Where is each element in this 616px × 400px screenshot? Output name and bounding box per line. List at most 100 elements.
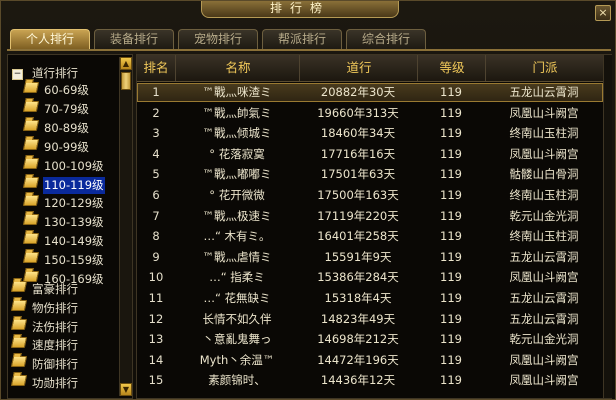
cell-level: 119 (440, 126, 462, 141)
cell-name: 素颜锦时、 (208, 373, 266, 388)
category-tree: − 道行排行 60-69级 70-79级 80-89级 90-99级 100-109级 11… (7, 54, 133, 399)
cell-name: …“ 指柔ミ (209, 270, 265, 285)
table-row[interactable]: 6 ° 花开微微 17500年163天 119 终南山玉柱洞 (137, 186, 603, 205)
tree-item-label: 100-109级 (44, 158, 104, 173)
scroll-up-icon[interactable]: ▲ (120, 57, 132, 70)
cell-name: ™戰灬嘟嘟ミ (202, 167, 272, 182)
table-row[interactable]: 9 ™戰灬虐情ミ 15591年9天 119 五龙山云霄洞 (137, 248, 603, 267)
cell-name: 长情不如久伴 (202, 311, 272, 326)
folder-icon (10, 281, 28, 292)
cell-rank: 9 (152, 249, 160, 264)
tree-item-90-99级[interactable]: 90-99级 (22, 138, 90, 156)
tree-item-130-139级[interactable]: 130-139级 (22, 214, 105, 231)
table-row[interactable]: 8 …“ 木有ミ。 16401年258天 119 终南山玉柱洞 (137, 227, 603, 246)
tree-item-富豪排行[interactable]: 富豪排行 (10, 281, 79, 298)
tree-item-功勋排行[interactable]: 功勋排行 (10, 375, 79, 392)
tree-item-150-159级[interactable]: 150-159级 (22, 252, 105, 269)
tab-equipment[interactable]: 装备排行 (94, 29, 174, 49)
cell-level: 119 (440, 167, 462, 182)
tab-personal[interactable]: 个人排行 (10, 29, 90, 49)
tree-item-110-119级[interactable]: 110-119级 (22, 176, 105, 194)
tree-item-label: 140-149级 (44, 234, 104, 249)
cell-sect: 五龙山云霄洞 (509, 85, 579, 99)
cell-taohang: 16401年258天 (317, 229, 399, 244)
folder-icon (10, 375, 28, 386)
folder-icon (22, 119, 40, 131)
cell-taohang: 19660年313天 (317, 105, 399, 120)
tree-item-60-69级[interactable]: 60-69级 (22, 82, 90, 99)
tab-overall[interactable]: 综合排行 (346, 29, 426, 49)
tree-item-70-79级[interactable]: 70-79级 (22, 100, 90, 118)
tree-item-120-129级[interactable]: 120-129级 (22, 195, 105, 212)
window-title: 排行榜 (201, 1, 399, 18)
tree-item-label: 富豪排行 (32, 282, 78, 296)
table-row[interactable]: 2 ™戰灬帥氣ミ 19660年313天 119 凤凰山斗阙宫 (137, 104, 603, 123)
table-row[interactable]: 11 …“ 花無缺ミ 15318年4天 119 五龙山云霄洞 (137, 289, 603, 308)
cell-taohang: 17119年220天 (317, 208, 399, 223)
tab-pet[interactable]: 宠物排行 (178, 29, 258, 49)
close-button[interactable]: × (595, 5, 611, 21)
table-row[interactable]: 10 …“ 指柔ミ 15386年284天 119 凤凰山斗阙宫 (137, 268, 603, 287)
tree-item-防御排行[interactable]: 防御排行 (10, 356, 79, 373)
cell-level: 119 (440, 373, 462, 388)
cell-name: ™戰灬咪渣ミ (202, 85, 272, 99)
ranking-window: 排行榜 × 个人排行 装备排行 宠物排行 帮派排行 综合排行 − 道行排行 60-… (0, 0, 616, 400)
cell-rank: 14 (148, 352, 164, 367)
cell-sect: 五龙山云霄洞 (509, 291, 579, 305)
scroll-down-icon[interactable]: ▼ (120, 383, 132, 396)
tree-item-label: 80-89级 (44, 120, 89, 135)
cell-name: ° 花开微微 (209, 188, 265, 202)
tree-item-label: 速度排行 (32, 338, 78, 353)
folder-icon (22, 100, 40, 112)
cell-taohang: 15591年9天 (324, 249, 392, 264)
table-scrollbar[interactable] (603, 55, 612, 398)
cell-sect: 乾元山金光洞 (509, 332, 579, 347)
table-row[interactable]: 15 素颜锦时、 14436年12天 119 凤凰山斗阙宫 (137, 371, 603, 390)
tree-item-label: 防御排行 (32, 357, 78, 372)
cell-sect: 骷髅山白骨洞 (509, 167, 579, 182)
tree-item-label: 法伤排行 (32, 319, 78, 334)
cell-taohang: 15318年4天 (324, 291, 392, 305)
folder-icon (22, 252, 40, 264)
tree-item-140-149级[interactable]: 140-149级 (22, 233, 105, 250)
tree-scrollbar[interactable]: ▲ ▼ (119, 57, 132, 396)
folder-icon (10, 318, 28, 330)
scroll-thumb[interactable] (121, 72, 131, 90)
tree-item-80-89级[interactable]: 80-89级 (22, 119, 90, 137)
table-row[interactable]: 12 长情不如久伴 14823年49天 119 五龙山云霄洞 (137, 310, 603, 329)
table-row[interactable]: 3 ™戰灬倾城ミ 18460年34天 119 终南山玉柱洞 (137, 124, 603, 143)
cell-name: ™戰灬帥氣ミ (202, 105, 272, 120)
cell-name: …“ 木有ミ。 (203, 229, 271, 244)
cell-rank: 13 (148, 332, 164, 347)
cell-rank: 15 (148, 373, 164, 388)
tab-guild[interactable]: 帮派排行 (262, 29, 342, 49)
cell-level: 119 (440, 291, 462, 305)
cell-sect: 终南山玉柱洞 (509, 126, 579, 141)
table-row[interactable]: 13 丶意亂鬼舞っ 14698年212天 119 乾元山金光洞 (137, 330, 603, 349)
table-row[interactable]: 14 Myth丶余温™ 14472年196天 119 凤凰山斗阙宫 (137, 351, 603, 370)
tree-item-label: 150-159级 (44, 253, 104, 268)
cell-taohang: 18460年34天 (320, 126, 396, 141)
tree-item-label: 130-139级 (44, 215, 104, 230)
collapse-icon[interactable]: − (12, 69, 23, 80)
ranking-table: 排名 名称 道行 等级 门派 1 ™戰灬咪渣ミ 20882年30天 119 五龙山云霄洞… (136, 54, 612, 399)
tree-item-物伤排行[interactable]: 物伤排行 (10, 299, 79, 317)
table-row[interactable]: 7 ™戰灬极速ミ 17119年220天 119 乾元山金光洞 (137, 207, 603, 226)
header-name: 名称 (175, 55, 300, 81)
table-row[interactable]: 5 ™戰灬嘟嘟ミ 17501年63天 119 骷髅山白骨洞 (137, 165, 603, 184)
cell-taohang: 14698年212天 (317, 332, 399, 347)
tree-group-taohang[interactable]: − 道行排行 (12, 65, 79, 82)
tree-item-法伤排行[interactable]: 法伤排行 (10, 318, 79, 336)
table-row[interactable]: 4 ° 花落寂寞 17716年16天 119 凤凰山斗阙宫 (137, 145, 603, 164)
cell-sect: 五龙山云霄洞 (509, 311, 579, 326)
tree-item-100-109级[interactable]: 100-109级 (22, 157, 105, 175)
cell-rank: 6 (152, 188, 160, 202)
header-taohang: 道行 (299, 55, 418, 81)
cell-sect: 凤凰山斗阙宫 (509, 352, 579, 367)
table-row[interactable]: 1 ™戰灬咪渣ミ 20882年30天 119 五龙山云霄洞 (137, 83, 603, 102)
tree-item-速度排行[interactable]: 速度排行 (10, 337, 79, 354)
tree-item-label: 60-69级 (44, 83, 89, 97)
header-sect: 门派 (485, 55, 604, 81)
folder-icon (22, 233, 40, 245)
tree-item-label: 70-79级 (44, 101, 89, 116)
